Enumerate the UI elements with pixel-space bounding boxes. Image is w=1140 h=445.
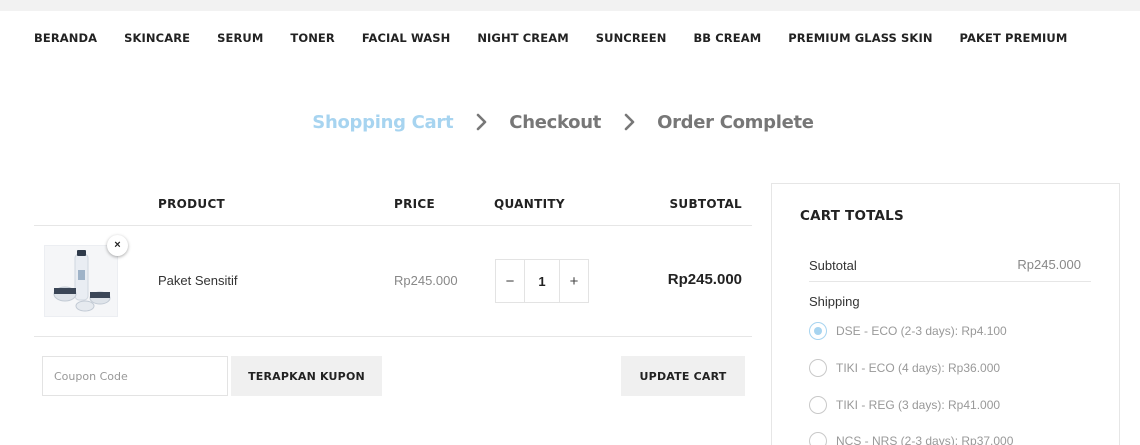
- radio-unselected[interactable]: [809, 432, 827, 445]
- coupon-code-input[interactable]: Coupon Code: [42, 356, 228, 396]
- close-icon: ×: [114, 239, 121, 251]
- quantity-increase-button[interactable]: +: [560, 260, 588, 302]
- shipping-option-label: DSE - ECO (2-3 days): Rp4.100: [836, 324, 1007, 338]
- subtotal-row: Subtotal Rp245.000: [809, 257, 1091, 275]
- shipping-option-label: TIKI - REG (3 days): Rp41.000: [836, 398, 1001, 412]
- step-shopping-cart[interactable]: Shopping Cart: [312, 112, 453, 133]
- header-quantity: QUANTITY: [494, 197, 565, 211]
- divider: [809, 281, 1091, 282]
- shipping-option[interactable]: TIKI - REG (3 days): Rp41.000: [809, 396, 1000, 414]
- cart-totals-panel: CART TOTALS Subtotal Rp245.000 Shipping …: [771, 183, 1120, 445]
- shipping-option[interactable]: DSE - ECO (2-3 days): Rp4.100: [809, 322, 1007, 340]
- subtotal-label: Subtotal: [809, 258, 857, 273]
- step-order-complete: Order Complete: [657, 111, 814, 133]
- quantity-decrease-button[interactable]: −: [496, 260, 524, 302]
- shipping-option-label: NCS - NRS (2-3 days): Rp37.000: [836, 434, 1014, 445]
- divider: [34, 336, 752, 337]
- main-nav: BERANDA SKINCARE SERUM TONER FACIAL WASH…: [34, 31, 1094, 45]
- product-price: Rp245.000: [394, 273, 458, 288]
- nav-item-skincare[interactable]: SKINCARE: [124, 31, 190, 45]
- chevron-right-icon: [617, 110, 643, 134]
- nav-item-night-cream[interactable]: NIGHT CREAM: [477, 31, 568, 45]
- shipping-option[interactable]: NCS - NRS (2-3 days): Rp37.000: [809, 432, 1013, 445]
- radio-selected[interactable]: [809, 322, 827, 340]
- nav-item-paket-premium[interactable]: PAKET PREMIUM: [960, 31, 1068, 45]
- product-thumbnail[interactable]: [44, 245, 118, 317]
- top-bar: [0, 0, 1140, 11]
- nav-item-serum[interactable]: SERUM: [217, 31, 263, 45]
- shipping-option[interactable]: TIKI - ECO (4 days): Rp36.000: [809, 359, 1000, 377]
- quantity-input[interactable]: 1: [524, 260, 560, 302]
- chevron-right-icon: [469, 110, 495, 134]
- shipping-option-label: TIKI - ECO (4 days): Rp36.000: [836, 361, 1001, 375]
- checkout-steps: Shopping Cart Checkout Order Complete: [0, 110, 1140, 134]
- header-price: PRICE: [394, 197, 436, 211]
- quantity-stepper: − 1 +: [495, 259, 589, 303]
- header-subtotal: SUBTOTAL: [669, 197, 742, 211]
- header-product: PRODUCT: [158, 197, 226, 211]
- remove-item-button[interactable]: ×: [107, 235, 128, 256]
- product-name[interactable]: Paket Sensitif: [158, 273, 238, 288]
- product-subtotal: Rp245.000: [667, 271, 742, 288]
- shipping-label: Shipping: [809, 294, 860, 309]
- step-checkout[interactable]: Checkout: [509, 112, 601, 133]
- radio-unselected[interactable]: [809, 396, 827, 414]
- divider: [34, 225, 752, 226]
- nav-item-bb-cream[interactable]: BB CREAM: [693, 31, 761, 45]
- update-cart-button[interactable]: UPDATE CART: [621, 356, 745, 396]
- nav-item-facial-wash[interactable]: FACIAL WASH: [362, 31, 450, 45]
- subtotal-value: Rp245.000: [1017, 257, 1081, 272]
- apply-coupon-button[interactable]: TERAPKAN KUPON: [231, 356, 382, 396]
- nav-item-premium-glass-skin[interactable]: PREMIUM GLASS SKIN: [788, 31, 932, 45]
- nav-item-toner[interactable]: TONER: [290, 31, 334, 45]
- nav-item-suncreen[interactable]: SUNCREEN: [596, 31, 667, 45]
- cart-totals-title: CART TOTALS: [800, 208, 904, 224]
- radio-unselected[interactable]: [809, 359, 827, 377]
- nav-item-beranda[interactable]: BERANDA: [34, 31, 97, 45]
